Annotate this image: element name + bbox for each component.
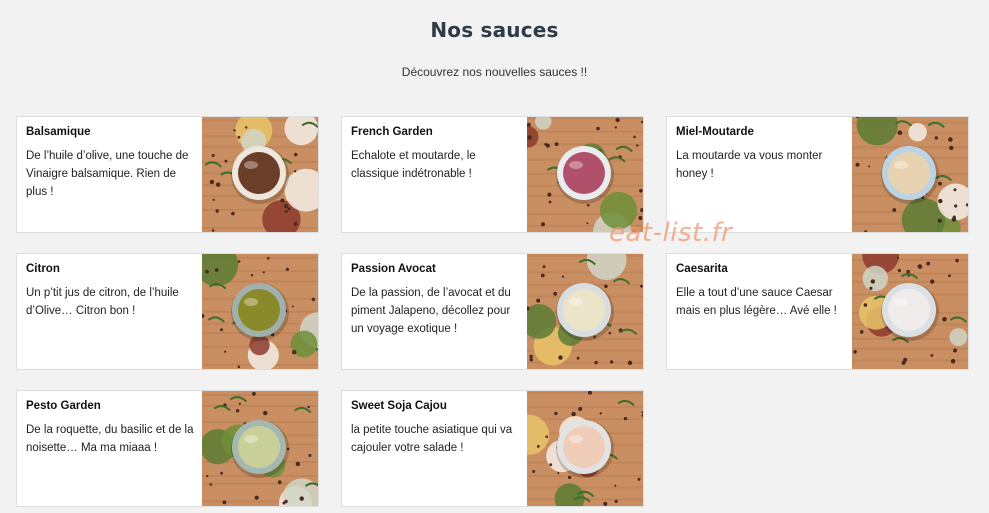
sauce-photo-image [202, 254, 318, 369]
sauce-title: Miel-Moutarde [676, 126, 754, 138]
watermark: eat-list.fr [609, 218, 733, 248]
sauce-card-caesarita[interactable]: Caesarita Elle a tout d’une sauce Caesar… [666, 253, 969, 370]
sauce-title: French Garden [351, 126, 433, 138]
sauce-card-french-garden[interactable]: French Garden Echalote et moutarde, le c… [341, 116, 644, 233]
sauce-photo-image [202, 117, 318, 232]
sauce-card-sweet-soja-cajou[interactable]: Sweet Soja Cajou la petite touche asiati… [341, 390, 644, 507]
sauce-description: La moutarde va vous monter honey ! [676, 150, 823, 180]
sauce-photo[interactable] [527, 254, 643, 369]
sauce-title: Balsamique [26, 126, 91, 138]
sauce-photo-image [202, 391, 318, 506]
sauce-photo-image [527, 254, 643, 369]
sauce-photo[interactable] [852, 254, 968, 369]
sauce-title: Citron [26, 263, 60, 275]
sauce-photo[interactable] [202, 391, 318, 506]
sauce-description: Elle a tout d’une sauce Caesar mais en p… [676, 287, 837, 317]
sauce-photo-image [527, 391, 643, 506]
sauce-photo[interactable] [527, 391, 643, 506]
sauce-description: Un p’tit jus de citron, de l’huile d’Oli… [26, 287, 179, 317]
sauce-card-pesto-garden[interactable]: Pesto Garden De la roquette, du basilic … [16, 390, 319, 507]
sauce-photo[interactable] [852, 117, 968, 232]
sauce-title: Sweet Soja Cajou [351, 400, 447, 412]
sauce-photo-image [852, 117, 968, 232]
sauce-card-citron[interactable]: Citron Un p’tit jus de citron, de l’huil… [16, 253, 319, 370]
sauce-description: Echalote et moutarde, le classique indét… [351, 150, 476, 180]
sauce-title: Pesto Garden [26, 400, 101, 412]
sauce-grid: Balsamique De l’huile d’olive, une touch… [16, 116, 970, 507]
sauce-description: De la roquette, du basilic et de la nois… [26, 424, 194, 454]
sauce-description: De la passion, de l’avocat et du piment … [351, 287, 511, 335]
sauce-photo[interactable] [202, 117, 318, 232]
page-subtitle: Découvrez nos nouvelles sauces !! [401, 65, 588, 79]
page-title: Nos sauces [430, 18, 559, 42]
sauce-title: Passion Avocat [351, 263, 436, 275]
sauce-card-passion-avocat[interactable]: Passion Avocat De la passion, de l’avoca… [341, 253, 644, 370]
sauce-photo[interactable] [202, 254, 318, 369]
sauce-card-miel-moutarde[interactable]: Miel-Moutarde La moutarde va vous monter… [666, 116, 969, 233]
sauce-photo[interactable] [527, 117, 643, 232]
sauce-title: Caesarita [676, 263, 728, 275]
sauce-card-balsamique[interactable]: Balsamique De l’huile d’olive, une touch… [16, 116, 319, 233]
sauce-photo-image [527, 117, 643, 232]
sauce-photo-image [852, 254, 968, 369]
sauce-description: la petite touche asiatique qui va cajoul… [351, 424, 513, 454]
sauce-description: De l’huile d’olive, une touche de Vinaig… [26, 150, 189, 198]
